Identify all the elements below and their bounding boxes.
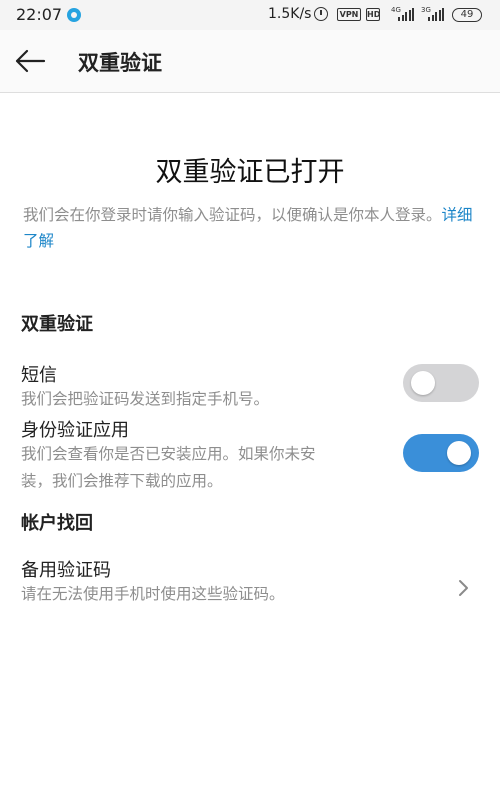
app-header: 双重验证 bbox=[0, 30, 500, 93]
two-factor-description: 我们会在你登录时请你输入验证码，以便确认是你本人登录。详细了解 bbox=[23, 202, 479, 254]
toggle-knob bbox=[411, 371, 435, 395]
status-bar: 22:07 1.5K/s VPN HD 4G 3G 49 bbox=[0, 0, 500, 30]
signal-icon bbox=[398, 8, 415, 21]
app-notification-icon bbox=[67, 8, 81, 22]
page-title: 双重验证 bbox=[78, 51, 162, 75]
sms-description: 我们会把验证码发送到指定手机号。 bbox=[21, 390, 270, 408]
network-speed: 1.5K/s bbox=[268, 6, 312, 22]
two-factor-status-heading: 双重验证已打开 bbox=[155, 157, 345, 188]
signal-icon bbox=[428, 8, 445, 21]
status-time: 22:07 bbox=[16, 5, 63, 24]
hd-icon: HD bbox=[366, 8, 381, 21]
sms-label: 短信 bbox=[21, 365, 57, 386]
auth-app-label: 身份验证应用 bbox=[21, 420, 129, 441]
back-button[interactable] bbox=[8, 42, 52, 80]
sms-toggle[interactable] bbox=[403, 364, 479, 402]
auth-app-description-line2: 装，我们会推荐下载的应用。 bbox=[21, 472, 223, 490]
description-text: 我们会在你登录时请你输入验证码，以便确认是你本人登录。 bbox=[23, 206, 442, 224]
section-title-two-factor: 双重验证 bbox=[21, 314, 93, 335]
chevron-right-icon bbox=[459, 580, 468, 596]
back-arrow-icon bbox=[15, 49, 46, 73]
toggle-knob bbox=[447, 441, 471, 465]
backup-codes-description: 请在无法使用手机时使用这些验证码。 bbox=[21, 585, 285, 603]
auth-app-toggle[interactable] bbox=[403, 434, 479, 472]
section-title-recovery: 帐户找回 bbox=[21, 513, 93, 534]
alarm-icon bbox=[314, 7, 328, 21]
vpn-icon: VPN bbox=[337, 8, 361, 21]
battery-icon: 49 bbox=[452, 8, 482, 22]
backup-codes-label: 备用验证码 bbox=[21, 560, 111, 581]
auth-app-description-line1: 我们会查看你是否已安装应用。如果你未安 bbox=[21, 445, 316, 463]
